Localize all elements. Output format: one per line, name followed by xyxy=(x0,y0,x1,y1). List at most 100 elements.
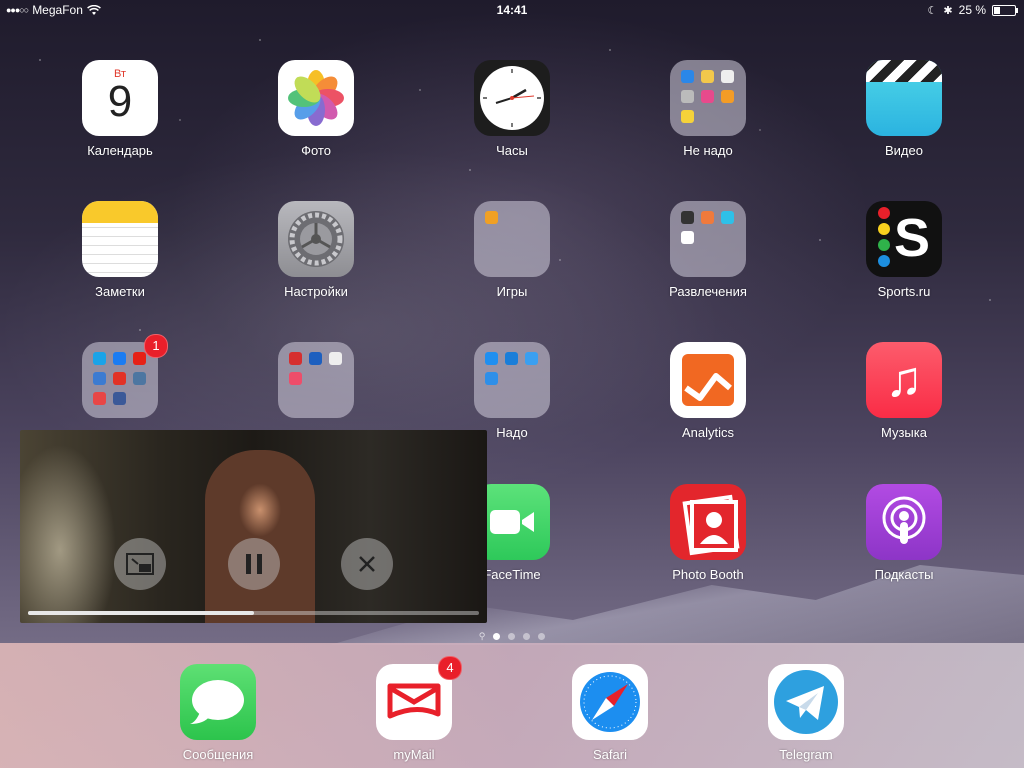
folder-work[interactable] xyxy=(246,342,386,418)
mini-app-icon xyxy=(309,352,322,365)
app-label: Safari xyxy=(593,747,627,762)
podcast-signal-icon xyxy=(882,496,926,544)
mini-app-icon xyxy=(133,372,146,385)
dot-red xyxy=(878,207,890,219)
mini-app-icon xyxy=(721,90,734,103)
mini-app-icon xyxy=(485,372,498,385)
safari-icon xyxy=(572,664,648,740)
sports-ru-letter-icon: S xyxy=(894,208,931,268)
mini-app-icon xyxy=(681,70,694,83)
video-figure xyxy=(205,450,315,623)
mini-app-icon xyxy=(525,352,538,365)
mini-app-icon xyxy=(113,352,126,365)
playback-progress-fill xyxy=(28,611,254,615)
app-sports-ru[interactable]: S Sports.ru xyxy=(834,201,974,299)
app-analytics[interactable]: Analytics xyxy=(638,342,778,440)
battery-fill xyxy=(994,6,1000,14)
page-dot-1[interactable] xyxy=(493,633,501,640)
settings-gear-icon xyxy=(278,201,354,277)
page-dot-3[interactable] xyxy=(523,633,531,640)
mini-app-icon xyxy=(505,352,518,365)
app-label: Подкасты xyxy=(874,567,934,582)
mini-app-icon xyxy=(113,372,126,385)
dot-yellow xyxy=(878,223,890,235)
photos-icon xyxy=(278,60,354,136)
app-label: Настройки xyxy=(284,284,348,299)
folder-social[interactable]: 1 xyxy=(50,334,190,418)
music-note-icon: ♫ xyxy=(885,351,923,407)
analytics-icon xyxy=(670,342,746,418)
music-icon: ♫ xyxy=(866,342,942,418)
mini-app-icon xyxy=(93,392,106,405)
picture-in-picture-player[interactable] xyxy=(20,430,487,623)
folder-icon xyxy=(670,60,746,136)
battery-icon xyxy=(992,4,1018,16)
speech-bubble-icon xyxy=(190,680,244,724)
app-notes[interactable]: Заметки xyxy=(50,201,190,299)
status-time: 14:41 xyxy=(496,3,528,17)
mini-app-icon xyxy=(681,231,694,244)
close-button[interactable] xyxy=(341,538,393,590)
app-label: Часы xyxy=(496,143,528,158)
app-calendar[interactable]: Вт 9 Календарь xyxy=(50,60,190,158)
folder-entertainment[interactable]: Развлечения xyxy=(638,201,778,299)
clock-face-icon xyxy=(480,66,544,130)
app-label: Sports.ru xyxy=(877,284,931,299)
app-label: Календарь xyxy=(87,143,153,158)
app-podcasts[interactable]: Подкасты xyxy=(834,484,974,582)
app-photo-booth[interactable]: Photo Booth xyxy=(638,484,778,582)
dock-app-mymail[interactable]: 4 myMail xyxy=(344,656,484,762)
mini-app-icon xyxy=(701,70,714,83)
page-indicator[interactable]: ⚲ xyxy=(0,631,1024,642)
notes-icon xyxy=(82,201,158,277)
mini-app-icon xyxy=(329,352,342,365)
pause-button[interactable] xyxy=(228,538,280,590)
paper-plane-icon xyxy=(774,670,838,734)
app-label: Развлечения xyxy=(669,284,747,299)
status-right: ☾ ✱ 25 % xyxy=(928,3,1018,17)
folder-icon xyxy=(670,201,746,277)
page-dot-4[interactable] xyxy=(538,633,546,640)
mini-app-icon xyxy=(701,90,714,103)
mini-app-icon xyxy=(721,211,734,224)
app-video[interactable]: Видео xyxy=(834,60,974,158)
dock: Сообщения 4 myMail Safari Telegram xyxy=(0,643,1024,768)
folder-icon xyxy=(474,201,550,277)
mini-app-icon xyxy=(133,352,146,365)
folder-icon xyxy=(278,342,354,418)
app-clock[interactable]: Часы xyxy=(442,60,582,158)
mini-app-icon xyxy=(701,211,714,224)
app-label: Сообщения xyxy=(182,747,254,762)
gear-icon xyxy=(288,211,344,267)
notification-badge: 4 xyxy=(438,656,462,680)
dock-app-safari[interactable]: Safari xyxy=(540,664,680,762)
mini-app-icon xyxy=(113,392,126,405)
app-music[interactable]: ♫ Музыка xyxy=(834,342,974,440)
notification-badge: 1 xyxy=(144,334,168,358)
pip-restore-button[interactable] xyxy=(114,538,166,590)
mini-app-icon xyxy=(681,90,694,103)
folder-ne-nado[interactable]: Не надо xyxy=(638,60,778,158)
photos-flower-icon xyxy=(288,70,344,126)
dock-app-messages[interactable]: Сообщения xyxy=(148,664,288,762)
photo-frame-front xyxy=(690,500,738,552)
page-dot-2[interactable] xyxy=(508,633,516,640)
playback-progress-bar[interactable] xyxy=(28,611,479,615)
podcasts-icon xyxy=(866,484,942,560)
spotlight-search-icon[interactable]: ⚲ xyxy=(479,631,486,642)
app-label: myMail xyxy=(393,747,435,762)
folder-nado[interactable]: Надо xyxy=(442,342,582,440)
calendar-icon: Вт 9 xyxy=(82,60,158,136)
folder-games[interactable]: Игры xyxy=(442,201,582,299)
photo-booth-icon xyxy=(670,484,746,560)
clapper-stripes xyxy=(866,60,942,82)
app-label: Музыка xyxy=(881,425,927,440)
video-clapper-icon xyxy=(866,60,942,136)
dock-app-telegram[interactable]: Telegram xyxy=(736,664,876,762)
mini-app-icon xyxy=(289,352,302,365)
app-label: Видео xyxy=(885,143,923,158)
app-label: Фото xyxy=(301,143,331,158)
app-photos[interactable]: Фото xyxy=(246,60,386,158)
app-settings[interactable]: Настройки xyxy=(246,201,386,299)
dot-green xyxy=(878,239,890,251)
